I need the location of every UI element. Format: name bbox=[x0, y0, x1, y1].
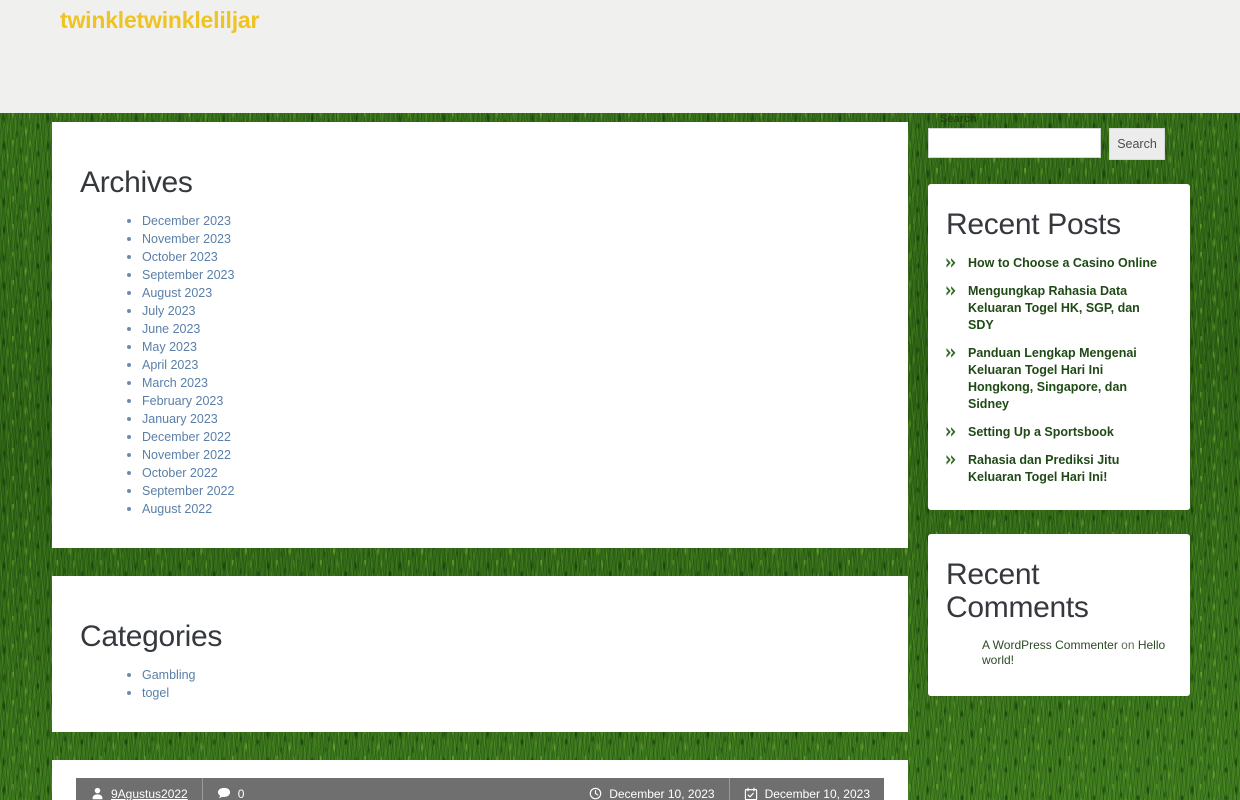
search-row: Search bbox=[928, 128, 1190, 160]
archive-link[interactable]: November 2022 bbox=[142, 448, 231, 462]
post-modified-date: December 10, 2023 bbox=[764, 786, 870, 800]
comment-author-link[interactable]: A WordPress Commenter bbox=[982, 638, 1118, 652]
list-item: January 2023 bbox=[142, 410, 880, 428]
clock-icon bbox=[588, 787, 602, 800]
post-modified-group: December 10, 2023 bbox=[730, 778, 884, 800]
comment-separator: on bbox=[1117, 638, 1138, 652]
comment-item: A WordPress Commenter on Hello world! bbox=[982, 638, 1168, 668]
categories-list: Gambling togel bbox=[80, 666, 880, 702]
post-card: 9Agustus2022 0 December 10, 2023 Decembe… bbox=[52, 760, 908, 800]
comment-bubble-icon bbox=[217, 787, 231, 800]
archive-link[interactable]: August 2022 bbox=[142, 502, 212, 516]
category-link[interactable]: Gambling bbox=[142, 668, 196, 682]
main-content-column: Archives December 2023 November 2023 Octob… bbox=[52, 122, 908, 800]
recent-comments-list: A WordPress Commenter on Hello world! bbox=[946, 638, 1168, 668]
recent-comments-heading: Recent Comments bbox=[946, 558, 1089, 624]
category-link[interactable]: togel bbox=[142, 686, 169, 700]
list-item: September 2023 bbox=[142, 266, 880, 284]
list-item: Rahasia dan Prediksi Jitu Keluaran Togel… bbox=[946, 452, 1168, 486]
list-item: October 2022 bbox=[142, 464, 880, 482]
archives-heading: Archives bbox=[80, 166, 193, 199]
list-item: Setting Up a Sportsbook bbox=[946, 424, 1168, 441]
site-title[interactable]: twinkletwinkleliljar bbox=[60, 8, 259, 32]
user-icon bbox=[90, 787, 104, 800]
post-author-link[interactable]: 9Agustus2022 bbox=[111, 787, 188, 800]
list-item: Mengungkap Rahasia Data Keluaran Togel H… bbox=[946, 283, 1168, 334]
archive-link[interactable]: March 2023 bbox=[142, 376, 208, 390]
list-item: December 2022 bbox=[142, 428, 880, 446]
double-chevron-right-icon bbox=[946, 257, 957, 270]
post-published-date: December 10, 2023 bbox=[609, 786, 715, 800]
list-item: November 2022 bbox=[142, 446, 880, 464]
recent-post-link[interactable]: Rahasia dan Prediksi Jitu Keluaran Togel… bbox=[968, 452, 1168, 486]
archive-link[interactable]: October 2022 bbox=[142, 466, 218, 480]
recent-posts-heading: Recent Posts bbox=[946, 208, 1121, 241]
list-item: September 2022 bbox=[142, 482, 880, 500]
list-item: July 2023 bbox=[142, 302, 880, 320]
archive-link[interactable]: January 2023 bbox=[142, 412, 218, 426]
list-item: February 2023 bbox=[142, 392, 880, 410]
calendar-icon bbox=[744, 787, 758, 800]
site-header: twinkletwinkleliljar bbox=[0, 0, 1240, 113]
list-item: Gambling bbox=[142, 666, 880, 684]
list-item: May 2023 bbox=[142, 338, 880, 356]
recent-posts-widget: Recent Posts How to Choose a Casino Onli… bbox=[928, 184, 1190, 510]
post-meta-bar: 9Agustus2022 0 December 10, 2023 Decembe… bbox=[76, 778, 884, 800]
list-item: April 2023 bbox=[142, 356, 880, 374]
categories-heading: Categories bbox=[80, 620, 223, 653]
archive-link[interactable]: November 2023 bbox=[142, 232, 231, 246]
archive-link[interactable]: February 2023 bbox=[142, 394, 223, 408]
archives-list: December 2023 November 2023 October 2023 Se… bbox=[80, 212, 880, 518]
archive-link[interactable]: April 2023 bbox=[142, 358, 198, 372]
list-item: How to Choose a Casino Online bbox=[946, 255, 1168, 272]
archive-link[interactable]: December 2022 bbox=[142, 430, 231, 444]
recent-post-link[interactable]: Setting Up a Sportsbook bbox=[968, 424, 1114, 441]
list-item: August 2022 bbox=[142, 500, 880, 518]
post-author-group[interactable]: 9Agustus2022 bbox=[76, 778, 203, 800]
archive-link[interactable]: September 2022 bbox=[142, 484, 234, 498]
sidebar: Search Search Recent Posts How to Choose… bbox=[928, 113, 1190, 696]
double-chevron-right-icon bbox=[946, 426, 957, 439]
categories-widget: Categories Gambling togel bbox=[52, 576, 908, 732]
archive-link[interactable]: June 2023 bbox=[142, 322, 200, 336]
recent-comments-widget: Recent Comments A WordPress Commenter on… bbox=[928, 534, 1190, 696]
archive-link[interactable]: May 2023 bbox=[142, 340, 197, 354]
post-published-group: December 10, 2023 bbox=[574, 778, 730, 800]
post-comment-count: 0 bbox=[237, 786, 245, 800]
search-widget: Search Search bbox=[928, 113, 1190, 160]
list-item: October 2023 bbox=[142, 248, 880, 266]
search-label: Search bbox=[940, 113, 977, 125]
archives-widget: Archives December 2023 November 2023 Octob… bbox=[52, 122, 908, 548]
archive-link[interactable]: July 2023 bbox=[142, 304, 196, 318]
post-comments-group[interactable]: 0 bbox=[203, 778, 259, 800]
recent-post-link[interactable]: How to Choose a Casino Online bbox=[968, 255, 1157, 272]
double-chevron-right-icon bbox=[946, 285, 957, 298]
recent-post-link[interactable]: Panduan Lengkap Mengenai Keluaran Togel … bbox=[968, 345, 1168, 413]
post-dates-group: December 10, 2023 December 10, 2023 bbox=[574, 778, 884, 800]
recent-post-link[interactable]: Mengungkap Rahasia Data Keluaran Togel H… bbox=[968, 283, 1168, 334]
list-item: togel bbox=[142, 684, 880, 702]
archive-link[interactable]: September 2023 bbox=[142, 268, 234, 282]
list-item: March 2023 bbox=[142, 374, 880, 392]
double-chevron-right-icon bbox=[946, 347, 957, 360]
archive-link[interactable]: December 2023 bbox=[142, 214, 231, 228]
archive-link[interactable]: October 2023 bbox=[142, 250, 218, 264]
search-submit-button[interactable]: Search bbox=[1109, 128, 1165, 160]
search-input[interactable] bbox=[928, 128, 1101, 158]
archive-link[interactable]: August 2023 bbox=[142, 286, 212, 300]
list-item: June 2023 bbox=[142, 320, 880, 338]
recent-posts-list: How to Choose a Casino Online Mengungkap … bbox=[946, 255, 1168, 486]
list-item: November 2023 bbox=[142, 230, 880, 248]
list-item: August 2023 bbox=[142, 284, 880, 302]
list-item: December 2023 bbox=[142, 212, 880, 230]
double-chevron-right-icon bbox=[946, 454, 957, 467]
list-item: Panduan Lengkap Mengenai Keluaran Togel … bbox=[946, 345, 1168, 413]
